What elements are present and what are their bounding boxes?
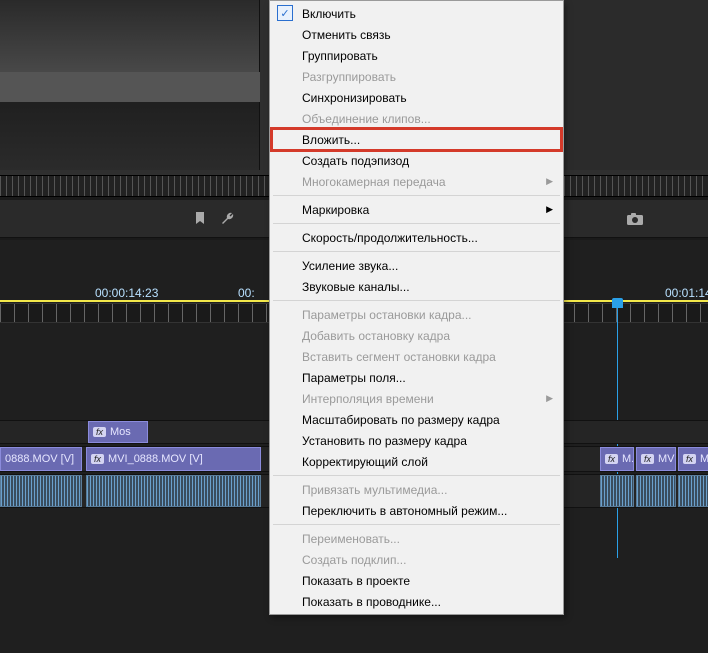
menu-item-label: Скорость/продолжительность... [302, 231, 478, 245]
timecode-label: 00:01:14 [665, 286, 708, 300]
clip-a1-d[interactable] [636, 475, 676, 507]
menu-item-label: Масштабировать по размеру кадра [302, 413, 500, 427]
menu-item[interactable]: Скорость/продолжительность... [272, 227, 561, 248]
menu-item[interactable]: Маркировка ▶ [272, 199, 561, 220]
clip-v1-c[interactable]: fx M... [600, 447, 634, 471]
menu-item: Объединение клипов... [272, 108, 561, 129]
menu-item[interactable]: Отменить связь [272, 24, 561, 45]
submenu-arrow-icon: ▶ [546, 393, 553, 404]
clip-label: MVI [658, 453, 676, 465]
menu-separator [273, 300, 560, 301]
clip-v1-a[interactable]: 0888.MOV [V] [0, 447, 82, 471]
menu-item: Переименовать... [272, 528, 561, 549]
preview-frame [0, 0, 260, 170]
clip-label: MVI_0888.MOV [V] [108, 453, 203, 465]
menu-item[interactable]: Усиление звука... [272, 255, 561, 276]
menu-item: Параметры остановки кадра... [272, 304, 561, 325]
menu-item-label: Отменить связь [302, 28, 391, 42]
menu-item-label: Синхронизировать [302, 91, 407, 105]
timecode-label: 00:00:14:23 [95, 286, 158, 300]
fx-badge: fx [605, 454, 618, 464]
clip-v2[interactable]: fx Mos [88, 421, 148, 443]
menu-item-label: Разгруппировать [302, 70, 396, 84]
menu-item: Добавить остановку кадра [272, 325, 561, 346]
camera-icon[interactable] [625, 210, 645, 228]
menu-item[interactable]: Вложить... [272, 129, 561, 150]
clip-a1-b[interactable] [86, 475, 261, 507]
menu-item: Создать подклип... [272, 549, 561, 570]
menu-item-label: Параметры поля... [302, 371, 406, 385]
clip-label: 0888.MOV [V] [5, 453, 74, 465]
submenu-arrow-icon: ▶ [546, 204, 553, 215]
menu-item[interactable]: Показать в проводнике... [272, 591, 561, 612]
menu-separator [273, 524, 560, 525]
fx-badge: fx [641, 454, 654, 464]
menu-item-label: Многокамерная передача [302, 175, 446, 189]
menu-item: Вставить сегмент остановки кадра [272, 346, 561, 367]
menu-item-label: Усиление звука... [302, 259, 398, 273]
menu-item-label: Корректирующий слой [302, 455, 428, 469]
preview-road-shape [0, 72, 260, 102]
submenu-arrow-icon: ▶ [546, 176, 553, 187]
menu-item: Интерполяция времени ▶ [272, 388, 561, 409]
menu-item[interactable]: ✓ Включить [272, 3, 561, 24]
menu-item: Разгруппировать [272, 66, 561, 87]
menu-item-label: Переименовать... [302, 532, 400, 546]
menu-item[interactable]: Параметры поля... [272, 367, 561, 388]
menu-item-label: Включить [302, 7, 356, 21]
clip-label: Mos [110, 426, 131, 438]
menu-item[interactable]: Корректирующий слой [272, 451, 561, 472]
menu-item-label: Создать подэпизод [302, 154, 409, 168]
menu-item-label: Звуковые каналы... [302, 280, 410, 294]
menu-item-label: Установить по размеру кадра [302, 434, 467, 448]
menu-item-label: Объединение клипов... [302, 112, 431, 126]
menu-separator [273, 195, 560, 196]
clip-v1-d[interactable]: fx MVI [636, 447, 676, 471]
menu-separator [273, 251, 560, 252]
clip-a1-c[interactable] [600, 475, 634, 507]
menu-item-label: Группировать [302, 49, 378, 63]
marker-icon[interactable] [190, 210, 210, 228]
clip-context-menu: ✓ Включить Отменить связь Группировать Разгр… [269, 0, 564, 615]
menu-item[interactable]: Установить по размеру кадра [272, 430, 561, 451]
menu-item-label: Вложить... [302, 133, 360, 147]
menu-item[interactable]: Показать в проекте [272, 570, 561, 591]
clip-v1-e[interactable]: fx MVI [678, 447, 708, 471]
menu-item[interactable]: Звуковые каналы... [272, 276, 561, 297]
clip-label: MVI [700, 453, 708, 465]
menu-item: Многокамерная передача ▶ [272, 171, 561, 192]
fx-badge: fx [93, 427, 106, 437]
menu-item[interactable]: Группировать [272, 45, 561, 66]
menu-item-label: Показать в проекте [302, 574, 410, 588]
menu-item: Привязать мультимедиа... [272, 479, 561, 500]
menu-item-label: Показать в проводнике... [302, 595, 441, 609]
clip-a1-e[interactable] [678, 475, 708, 507]
menu-item-label: Маркировка [302, 203, 369, 217]
clip-label: M... [622, 453, 634, 465]
menu-separator [273, 223, 560, 224]
menu-item-label: Добавить остановку кадра [302, 329, 450, 343]
fx-badge: fx [683, 454, 696, 464]
menu-item[interactable]: Синхронизировать [272, 87, 561, 108]
check-icon: ✓ [277, 5, 293, 21]
menu-item-label: Параметры остановки кадра... [302, 308, 472, 322]
wrench-icon[interactable] [218, 210, 238, 228]
menu-item-label: Создать подклип... [302, 553, 406, 567]
playhead-handle-icon[interactable] [612, 298, 623, 308]
menu-item[interactable]: Переключить в автономный режим... [272, 500, 561, 521]
menu-item[interactable]: Масштабировать по размеру кадра [272, 409, 561, 430]
menu-item-label: Переключить в автономный режим... [302, 504, 507, 518]
clip-a1-a[interactable] [0, 475, 82, 507]
timecode-label: 00: [238, 286, 255, 300]
menu-item-label: Вставить сегмент остановки кадра [302, 350, 496, 364]
clip-v1-b[interactable]: fx MVI_0888.MOV [V] [86, 447, 261, 471]
menu-separator [273, 475, 560, 476]
menu-item[interactable]: Создать подэпизод [272, 150, 561, 171]
menu-item-label: Интерполяция времени [302, 392, 434, 406]
menu-item-label: Привязать мультимедиа... [302, 483, 447, 497]
fx-badge: fx [91, 454, 104, 464]
